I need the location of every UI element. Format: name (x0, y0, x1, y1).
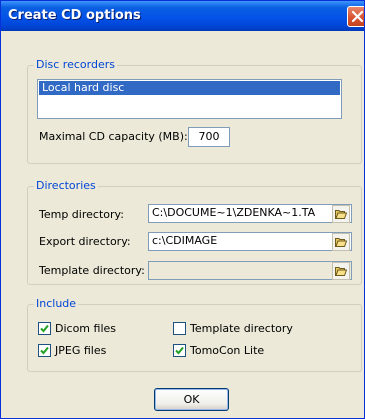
capacity-label: Maximal CD capacity (MB): (39, 130, 188, 143)
jpeg-files-label[interactable]: JPEG files (55, 344, 106, 358)
checkmark-icon (175, 346, 184, 355)
template-directory-checkbox[interactable] (173, 322, 186, 335)
temp-directory-browse-button[interactable] (332, 205, 350, 223)
checkmark-icon (40, 346, 49, 355)
create-cd-options-dialog: Create CD options Disc recorders Local h… (0, 0, 365, 419)
ok-button[interactable]: OK (154, 388, 229, 411)
checkmark-icon (40, 324, 49, 333)
export-directory-label: Export directory: (39, 235, 131, 248)
temp-directory-input[interactable]: C:\DOCUME~1\ZDENKA~1.TA (148, 204, 352, 223)
include-group (27, 304, 362, 372)
template-directory-include-label[interactable]: Template directory (190, 322, 293, 336)
template-directory-input[interactable] (148, 261, 352, 280)
close-icon (351, 10, 364, 23)
tomocon-lite-label[interactable]: TomoCon Lite (190, 344, 264, 358)
folder-open-icon (335, 210, 347, 219)
dialog-title: Create CD options (8, 8, 141, 23)
directories-legend: Directories (34, 179, 98, 192)
dicom-files-checkbox[interactable] (38, 322, 51, 335)
tomocon-lite-checkbox[interactable] (173, 344, 186, 357)
close-button[interactable] (347, 6, 364, 27)
template-directory-browse-button[interactable] (332, 262, 350, 280)
export-directory-input[interactable]: c:\CDIMAGE (148, 232, 352, 251)
template-directory-label: Template directory: (39, 264, 145, 277)
capacity-input[interactable]: 700 (188, 127, 230, 147)
title-bar[interactable]: Create CD options (1, 1, 364, 31)
jpeg-files-checkbox[interactable] (38, 344, 51, 357)
list-item[interactable]: Local hard disc (39, 81, 340, 95)
dicom-files-label[interactable]: Dicom files (55, 322, 116, 336)
folder-open-icon (335, 238, 347, 247)
temp-directory-label: Temp directory: (39, 208, 124, 221)
export-directory-browse-button[interactable] (332, 233, 350, 251)
folder-open-icon (335, 267, 347, 276)
include-legend: Include (34, 297, 79, 310)
disc-recorders-legend: Disc recorders (34, 58, 117, 71)
disc-recorder-list[interactable]: Local hard disc (37, 79, 342, 119)
